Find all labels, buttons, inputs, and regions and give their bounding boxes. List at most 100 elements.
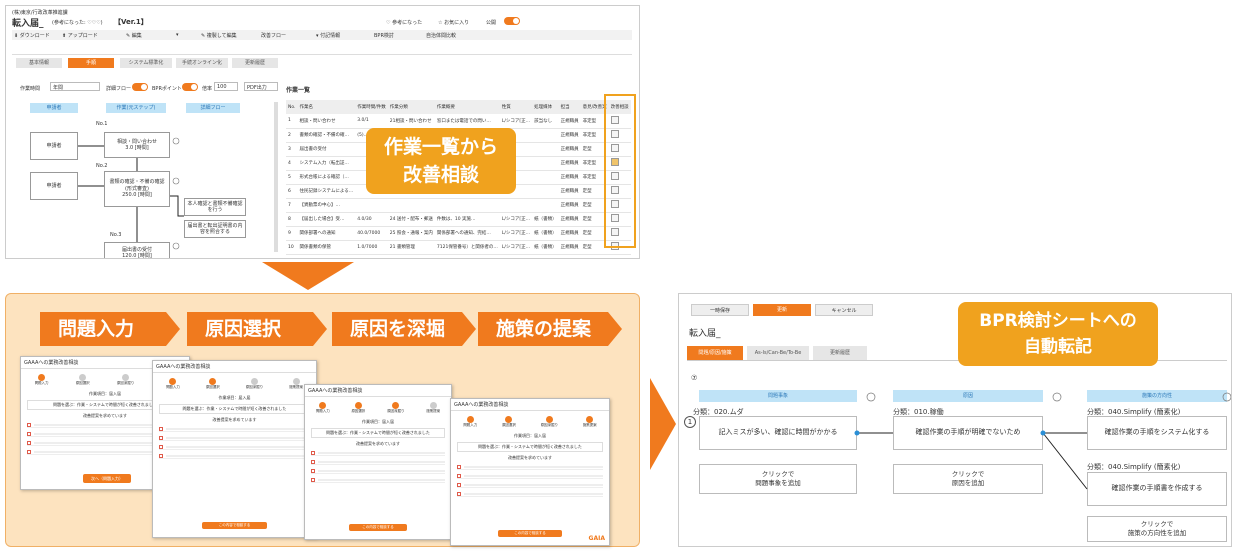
phase-indicator: 施策提案	[289, 378, 303, 390]
table-cell: 21相談・問い合わせ	[387, 114, 435, 129]
table-cell: 5	[286, 170, 298, 185]
consult-dialog[interactable]: GAAAへの業務改善相談問題入力 原因選択 原因深掘り 施策提案作業項目：届入届問題を…	[450, 398, 610, 546]
table-cell: 紙（書類）	[532, 240, 559, 255]
table-cell: 4.0/30	[355, 212, 388, 227]
table-cell: L/シコア[正…	[499, 226, 533, 241]
dialog-question: 問題を選ぶ：作業・システムで時間が短く改善されました	[311, 428, 445, 438]
public-toggle[interactable]	[504, 17, 520, 25]
table-cell: 住民記録システムによる…	[297, 184, 356, 199]
table-cell	[532, 156, 559, 171]
dialog-title: GAAAへの業務改善相談	[305, 385, 451, 397]
dialog-prompt: 改善提案を求めています	[212, 417, 257, 422]
flow-connectors	[78, 137, 184, 250]
next-button[interactable]: 次へ（問題入力）	[83, 474, 131, 483]
notes-button[interactable]: ▾ 付記情報	[316, 32, 340, 39]
dialog-subject: 作業項目：届入届	[362, 419, 394, 424]
table-cell: 正規職員	[558, 226, 581, 241]
table-cell: 25 照会・通報・案内	[387, 226, 435, 241]
submit-button[interactable]: この内容で相談する	[498, 530, 562, 537]
submit-button[interactable]: この内容で相談する	[201, 522, 268, 529]
dialog-title: GAAAへの業務改善相談	[153, 361, 316, 373]
table-row[interactable]: 10 関係書類の保管 1.0/7000 21 書類管理 7121保管番号）と関係者の… L…	[286, 240, 631, 255]
table-cell	[532, 198, 559, 213]
header-cell: 担当	[560, 105, 570, 110]
callout-consult: 作業一覧から 改善相談	[366, 128, 516, 194]
header-cell: 処理媒体	[534, 105, 553, 110]
table-row[interactable]: 7 【異動票の中心】… 正規職員 定型	[286, 198, 631, 213]
callout-line: 改善相談	[402, 164, 479, 186]
table-cell: 正規職員	[558, 170, 581, 185]
dialog-question: 問題を選ぶ：作業・システムで時間が短く改善されました	[159, 404, 310, 414]
table-cell: 1	[286, 114, 298, 129]
table-cell: 8	[286, 212, 298, 227]
table-cell: L/シコア[正…	[499, 212, 533, 227]
table-cell	[532, 170, 559, 185]
table-cell: 正規職員	[558, 114, 581, 129]
table-row[interactable]: 8 【届出した場合】受… 4.0/30 24 送付・配布・郵送 件数は、10 実施… L/…	[286, 212, 631, 227]
phase-indicator: 問題入力	[463, 416, 477, 428]
table-cell: 40.0/7000	[355, 226, 388, 241]
phase-indicator: 原因深掘り	[541, 416, 558, 428]
consult-column-highlight	[604, 94, 636, 248]
phase-indicator: 原因選択	[351, 402, 365, 414]
table-cell: 10	[286, 240, 298, 255]
helpful-button[interactable]: ♡ 参考になった	[386, 19, 422, 26]
table-cell: 9	[286, 226, 298, 241]
table-cell: 6	[286, 184, 298, 199]
table-cell: 21 書類管理	[387, 240, 435, 255]
callout-line: 自動転記	[1024, 337, 1092, 357]
dialog-question: 問題を選ぶ：作業・システムで時間が短く改善されました	[457, 442, 603, 452]
step-dig: 原因を深堀	[332, 312, 476, 346]
table-cell: 7	[286, 198, 298, 213]
callout-line: BPR検討シートへの	[979, 311, 1137, 331]
table-cell: 正規職員	[558, 212, 581, 227]
compare-button[interactable]: 自治体間比較	[426, 32, 456, 39]
step-problem: 問題入力	[40, 312, 180, 346]
table-cell: L/シコア[正…	[499, 240, 533, 255]
public-label: 公開	[486, 20, 497, 26]
dialog-prompt: 改善提案を求めています	[356, 441, 400, 446]
phase-indicator: 施策提案	[426, 402, 440, 414]
header-cell: 作業時間/件数	[357, 105, 386, 110]
header-cell: No.	[288, 104, 296, 110]
table-cell	[532, 142, 559, 157]
table-cell: 該当なし	[532, 114, 559, 129]
phase-indicator: 原因選択	[76, 374, 90, 386]
table-cell: システム入力（転出証…	[297, 156, 356, 171]
table-cell: 紙（書類）	[532, 226, 559, 241]
table-cell	[355, 198, 388, 213]
table-cell	[434, 198, 500, 213]
table-cell: 正規職員	[558, 156, 581, 171]
process-window: (株)東京/行政改革推進課 転入届_ (参考になった: ♡♡♡) 【Ver.1】…	[5, 5, 640, 259]
gaia-logo: GAIA	[588, 535, 605, 542]
phase-indicator: 原因深掘り	[246, 378, 263, 390]
table-cell: 4	[286, 156, 298, 171]
table-row[interactable]: 1 相談・問い合わせ 3.0/1 21相談・問い合わせ 窓口または電話での問い… L/シコ…	[286, 114, 631, 129]
submit-button[interactable]: この内容で相談する	[348, 524, 408, 531]
table-cell: 相談・問い合わせ	[297, 114, 356, 129]
task-list-title: 作業一覧	[286, 87, 311, 94]
bpr-button[interactable]: BPR検討	[374, 32, 394, 39]
table-cell: 24 送付・配布・郵送	[387, 212, 435, 227]
phase-indicator: 原因選択	[502, 416, 516, 428]
splitter-handle[interactable]	[274, 102, 278, 252]
consult-dialog[interactable]: GAAAへの業務改善相談問題入力 原因選択 原因深掘り 施策提案作業項目：届入届問題を…	[152, 360, 317, 538]
table-cell: 関係部署への通知、完結…	[434, 226, 500, 241]
table-cell: L/シコア[正…	[499, 114, 533, 129]
table-row[interactable]: 9 関係部署への通知 40.0/7000 25 照会・通報・案内 関係部署への通知、完結…	[286, 226, 631, 241]
down-arrow-icon	[262, 262, 354, 290]
table-cell: 届出書の受付	[297, 142, 356, 157]
table-cell: 件数は、10 実施…	[434, 212, 500, 227]
table-cell: 3	[286, 142, 298, 157]
phase-indicator: 原因深掘り	[117, 374, 134, 386]
table-cell: 【届出した場合】受…	[297, 212, 356, 227]
table-cell	[532, 128, 559, 143]
consult-dialog[interactable]: GAAAへの業務改善相談問題入力 原因選択 原因深掘り 施策提案作業項目：届入届問題を…	[304, 384, 452, 540]
table-cell	[499, 198, 533, 213]
phase-indicator: 施策提案	[583, 416, 597, 428]
table-cell: 正規職員	[558, 184, 581, 199]
table-cell: 関係部署への通知	[297, 226, 356, 241]
dialog-subject: 作業項目：届入届	[514, 433, 546, 438]
step-proposal: 施策の提案	[478, 312, 622, 346]
favorite-button[interactable]: ☆ お気に入り	[438, 19, 469, 26]
